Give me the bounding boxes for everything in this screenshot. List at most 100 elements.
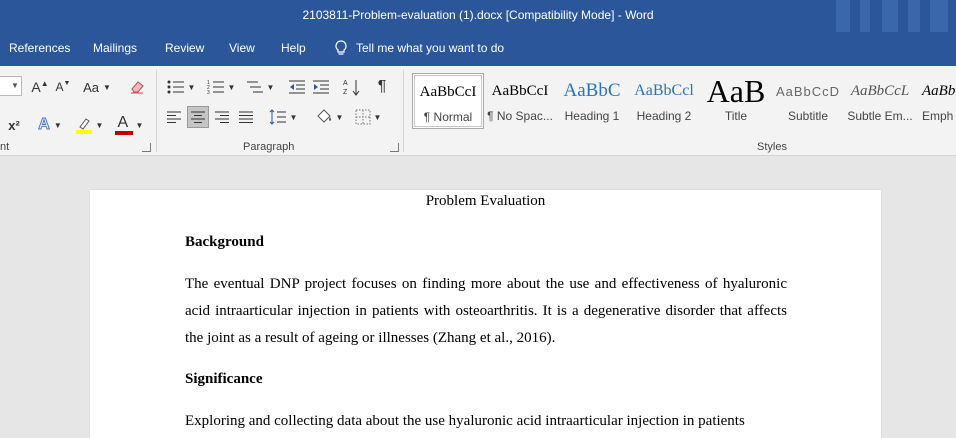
show-formatting-button[interactable]: ¶: [372, 78, 392, 96]
align-center-button[interactable]: [187, 106, 209, 128]
align-left-icon: [167, 111, 181, 123]
decrease-indent-button[interactable]: [287, 78, 307, 96]
style-normal[interactable]: AaBbCcI ¶ Normal: [412, 73, 484, 129]
numbering-button[interactable]: 1 2 3 ▼: [204, 78, 238, 96]
tab-mailings[interactable]: Mailings: [93, 41, 137, 55]
clear-formatting-button[interactable]: [127, 78, 147, 96]
font-color-icon: A: [117, 114, 129, 131]
style-name: Title: [724, 109, 748, 123]
style-name: Heading 1: [564, 109, 620, 123]
styles-gallery: AaBbCcI ¶ Normal AaBbCcI ¶ No Spac... Aa…: [410, 70, 956, 132]
highlight-color-button[interactable]: ▼: [72, 114, 106, 136]
group-divider: [156, 70, 157, 152]
pilcrow-icon: ¶: [377, 78, 387, 95]
ribbon-tabs: References Mailings Review View Help Tel…: [0, 32, 956, 66]
style-sample: AaBbCcD: [775, 83, 841, 99]
style-name: ¶ Normal: [423, 110, 473, 124]
tab-help[interactable]: Help: [281, 41, 306, 55]
change-case-button[interactable]: Aa ▼: [80, 78, 114, 96]
style-heading-1[interactable]: AaBbC Heading 1: [556, 73, 628, 129]
text-effects-icon: A: [38, 116, 51, 134]
paragraph-significance: Exploring and collecting data about the …: [185, 413, 745, 429]
align-right-button[interactable]: [212, 106, 232, 128]
style-subtle-emphasis[interactable]: AaBbCcL Subtle Em...: [844, 73, 916, 129]
title-bar-decoration: [816, 0, 956, 32]
font-group-label: nt: [0, 141, 10, 153]
style-no-spacing[interactable]: AaBbCcI ¶ No Spac...: [484, 73, 556, 129]
numbering-icon: 1 2 3: [207, 80, 224, 95]
text-effects-button[interactable]: A ▼: [34, 114, 66, 136]
line-spacing-button[interactable]: ▼: [266, 106, 300, 128]
heading-significance: Significance: [185, 371, 263, 387]
style-sample: AaB: [706, 73, 766, 109]
increase-indent-icon: [313, 80, 329, 94]
paragraph-dialog-launcher[interactable]: [390, 143, 399, 152]
sort-button[interactable]: A Z: [342, 78, 362, 96]
style-title[interactable]: AaB Title: [700, 73, 772, 129]
align-center-icon: [191, 111, 205, 123]
superscript-button[interactable]: x²: [4, 116, 24, 134]
bullets-icon: [167, 80, 184, 94]
sort-icon: A Z: [343, 80, 360, 96]
style-sample: AaBb: [922, 82, 956, 99]
tell-me-search[interactable]: Tell me what you want to do: [334, 40, 504, 56]
paragraph-background: The eventual DNP project focuses on find…: [185, 276, 787, 346]
window-title: 2103811-Problem-evaluation (1).docx [Com…: [302, 8, 654, 22]
svg-text:3: 3: [207, 90, 210, 95]
svg-text:A: A: [343, 80, 348, 87]
paint-bucket-icon: [316, 109, 331, 123]
borders-icon: [355, 109, 371, 125]
shrink-font-icon: A: [55, 80, 64, 94]
style-name: Heading 2: [636, 109, 692, 123]
lightbulb-icon: [335, 40, 347, 55]
grow-font-icon: A: [31, 79, 41, 95]
style-sample: AaBbCcL: [850, 82, 910, 99]
font-color-button[interactable]: A ▼: [112, 114, 146, 136]
style-sample: AaBbC: [563, 80, 621, 101]
document-title: Problem Evaluation: [425, 193, 546, 209]
styles-group-label: Styles: [757, 141, 787, 153]
multilevel-list-icon: [246, 81, 263, 93]
heading-background: Background: [185, 234, 264, 250]
style-name: Subtle Em...: [847, 109, 913, 123]
document-area: Problem Evaluation Background The eventu…: [0, 157, 956, 438]
line-spacing-icon: [269, 109, 286, 125]
style-sample: AaBbCcI: [491, 82, 549, 99]
highlighter-icon: [75, 118, 92, 134]
font-dialog-launcher[interactable]: [142, 143, 151, 152]
justify-icon: [239, 111, 253, 123]
style-name: ¶ No Spac...: [487, 109, 553, 123]
tab-references[interactable]: References: [9, 41, 70, 55]
bullets-button[interactable]: ▼: [164, 78, 198, 96]
style-name: Subtitle: [787, 109, 829, 123]
document-page[interactable]: Problem Evaluation Background The eventu…: [90, 190, 881, 438]
style-emphasis[interactable]: AaBb Emph: [916, 73, 956, 129]
tab-view[interactable]: View: [229, 41, 255, 55]
tell-me-label: Tell me what you want to do: [356, 41, 505, 55]
style-subtitle[interactable]: AaBbCcD Subtitle: [772, 73, 844, 129]
change-case-icon: Aa: [83, 79, 99, 95]
align-right-icon: [215, 111, 229, 123]
font-size-box[interactable]: ▼: [0, 76, 22, 96]
group-divider: [403, 70, 404, 152]
eraser-icon: [131, 81, 144, 94]
title-bar: 2103811-Problem-evaluation (1).docx [Com…: [0, 0, 956, 32]
ribbon: ▼ A ▲ A ▼ Aa ▼ x² A ▼ ▼ A ▼ nt ▼ 1 2 3 ▼…: [0, 66, 956, 156]
grow-font-button[interactable]: A ▲: [30, 78, 50, 96]
shrink-font-button[interactable]: A ▼: [53, 78, 73, 96]
style-sample: AaBbCcl: [634, 82, 694, 99]
tab-review[interactable]: Review: [165, 41, 204, 55]
multilevel-list-button[interactable]: ▼: [243, 78, 277, 96]
superscript-icon: x²: [8, 117, 20, 133]
style-name: Emph: [922, 109, 954, 123]
svg-text:Z: Z: [343, 89, 348, 96]
borders-button[interactable]: ▼: [351, 106, 385, 128]
style-sample: AaBbCcI: [419, 83, 477, 100]
shading-button[interactable]: ▼: [312, 106, 346, 128]
decrease-indent-icon: [289, 80, 305, 94]
increase-indent-button[interactable]: [311, 78, 331, 96]
justify-button[interactable]: [236, 106, 256, 128]
paragraph-group-label: Paragraph: [243, 141, 295, 153]
style-heading-2[interactable]: AaBbCcl Heading 2: [628, 73, 700, 129]
align-left-button[interactable]: [164, 106, 184, 128]
